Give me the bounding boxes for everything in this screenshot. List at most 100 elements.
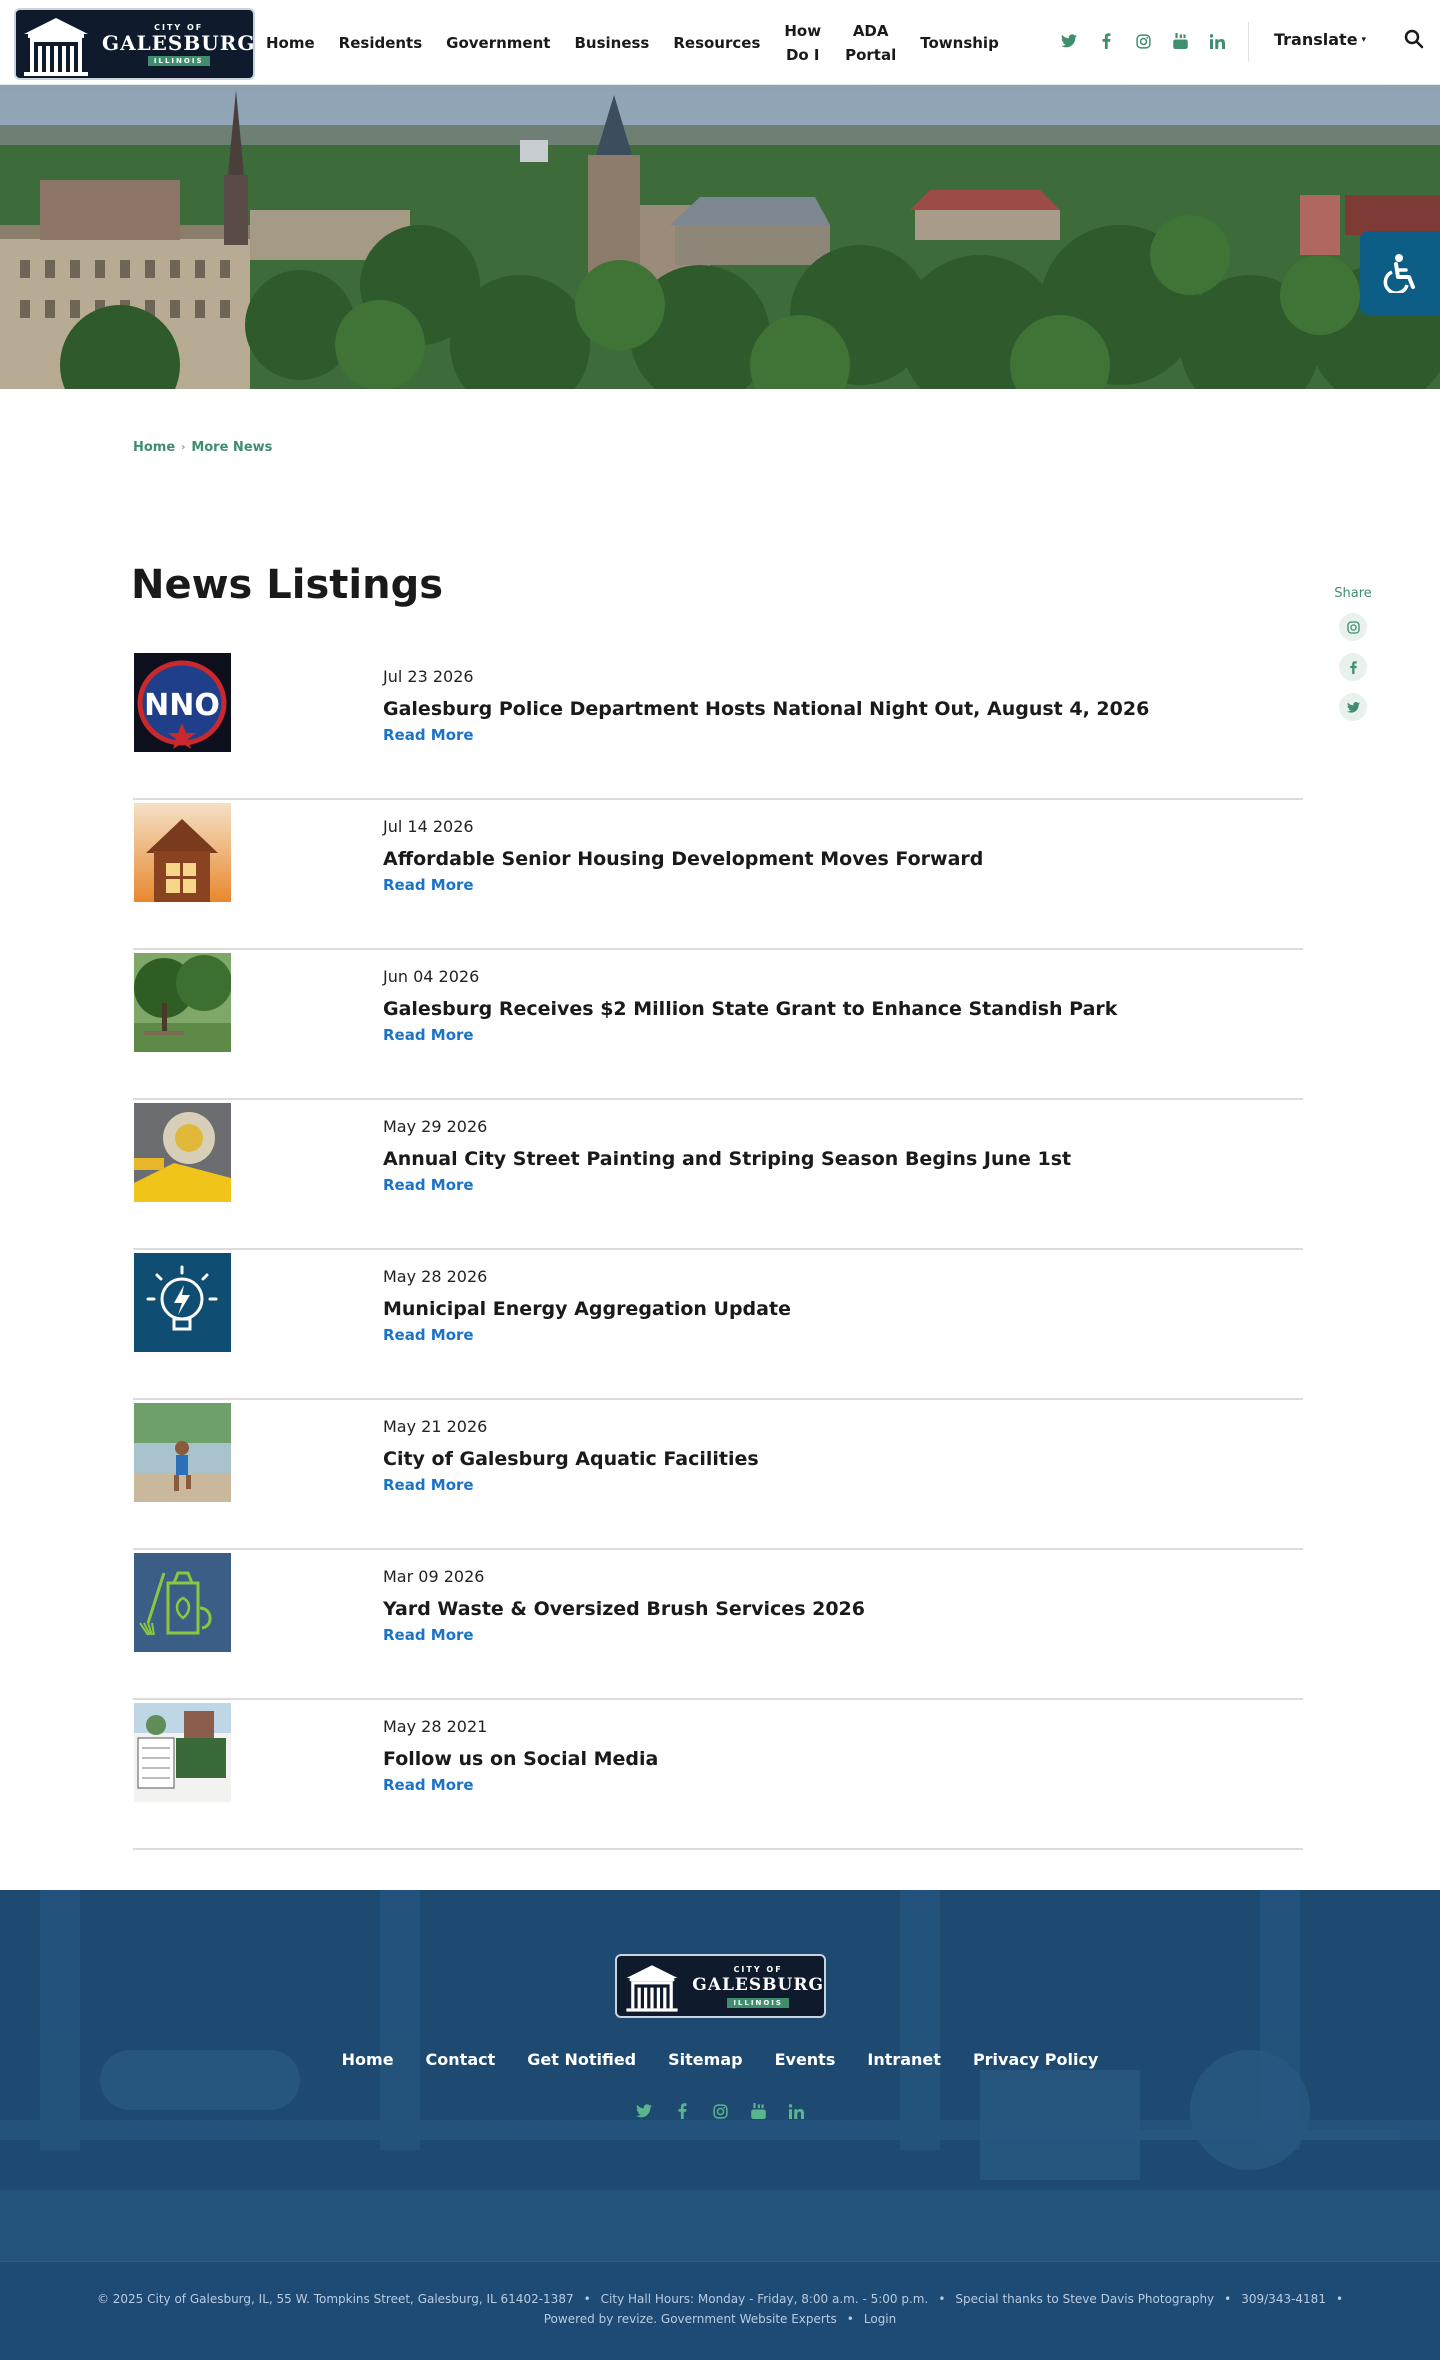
- nav-ada-portal[interactable]: ADA Portal: [833, 19, 908, 67]
- news-thumbnail-paint[interactable]: [134, 1103, 231, 1202]
- news-thumbnail-nno[interactable]: NNO: [134, 653, 231, 752]
- news-title[interactable]: Affordable Senior Housing Development Mo…: [383, 848, 983, 870]
- wheelchair-icon: [1383, 254, 1415, 293]
- photography-credit-link[interactable]: Special thanks to Steve Davis Photograph…: [955, 2292, 1214, 2306]
- read-more-link[interactable]: Read More: [383, 1476, 474, 1494]
- twitter-icon[interactable]: [1058, 30, 1080, 52]
- nav-how-do-i[interactable]: How Do I: [772, 19, 833, 67]
- city-hall-logo-icon: [16, 10, 96, 78]
- news-item: May 29 2026 Annual City Street Painting …: [133, 1100, 1303, 1250]
- news-thumbnail-park[interactable]: [134, 953, 231, 1052]
- read-more-link[interactable]: Read More: [383, 1326, 474, 1344]
- header-social-links: [1058, 30, 1228, 52]
- news-thumbnail-yard-waste[interactable]: [134, 1553, 231, 1652]
- footer-link-events[interactable]: Events: [775, 2050, 836, 2069]
- nav-business[interactable]: Business: [562, 31, 661, 55]
- nav-residents[interactable]: Residents: [327, 31, 434, 55]
- news-date: Jun 04 2026: [383, 967, 480, 986]
- news-title[interactable]: Galesburg Police Department Hosts Nation…: [383, 698, 1149, 720]
- news-date: Jul 23 2026: [383, 667, 474, 686]
- footer-logo-state: ILLINOIS: [727, 1997, 789, 2008]
- breadcrumb-home[interactable]: Home: [133, 440, 175, 455]
- translate-dropdown[interactable]: Translate ▾: [1274, 30, 1366, 49]
- news-date: May 28 2026: [383, 1267, 488, 1286]
- nav-government[interactable]: Government: [434, 31, 562, 55]
- news-date: Mar 09 2026: [383, 1567, 485, 1586]
- footer-link-privacy-policy[interactable]: Privacy Policy: [973, 2050, 1098, 2069]
- news-item: May 28 2021 Follow us on Social Media Re…: [133, 1700, 1303, 1850]
- news-title[interactable]: Galesburg Receives $2 Million State Gran…: [383, 998, 1117, 1020]
- footer-instagram-icon[interactable]: [709, 2100, 731, 2122]
- read-more-link[interactable]: Read More: [383, 1176, 474, 1194]
- share-instagram-icon[interactable]: [1339, 613, 1367, 641]
- footer-twitter-icon[interactable]: [633, 2100, 655, 2122]
- phone-link[interactable]: 309/343-4181: [1241, 2292, 1326, 2306]
- powered-line: Powered by revize. Government Website Ex…: [544, 2312, 897, 2326]
- login-link[interactable]: Login: [864, 2312, 896, 2326]
- footer-link-home[interactable]: Home: [342, 2050, 394, 2069]
- city-skyline-image: [0, 85, 1440, 389]
- powered-by-link[interactable]: Powered by revize. Government Website Ex…: [544, 2312, 837, 2326]
- facebook-icon[interactable]: [1095, 30, 1117, 52]
- footer-linkedin-icon[interactable]: [785, 2100, 807, 2122]
- read-more-link[interactable]: Read More: [383, 726, 474, 744]
- read-more-link[interactable]: Read More: [383, 1026, 474, 1044]
- chevron-right-icon: ›: [181, 442, 186, 453]
- footer-city-logo[interactable]: CITY OF GALESBURG ILLINOIS: [615, 1954, 826, 2018]
- news-title[interactable]: Annual City Street Painting and Striping…: [383, 1148, 1071, 1170]
- news-date: May 29 2026: [383, 1117, 488, 1136]
- footer-link-intranet[interactable]: Intranet: [867, 2050, 941, 2069]
- page-title: News Listings: [131, 562, 444, 608]
- accessibility-button[interactable]: [1360, 231, 1440, 315]
- share-panel: Share: [1328, 586, 1378, 721]
- read-more-link[interactable]: Read More: [383, 1776, 474, 1794]
- news-thumbnail-aquatic[interactable]: [134, 1403, 231, 1502]
- separator-dot: •: [846, 2312, 854, 2326]
- breadcrumb-current[interactable]: More News: [191, 440, 272, 455]
- footer-link-contact[interactable]: Contact: [426, 2050, 496, 2069]
- nav-home[interactable]: Home: [254, 31, 327, 55]
- footer-youtube-icon[interactable]: [747, 2100, 769, 2122]
- news-thumbnail-social[interactable]: [134, 1703, 231, 1802]
- footer-logo-city-of: CITY OF: [733, 1964, 783, 1974]
- read-more-link[interactable]: Read More: [383, 876, 474, 894]
- city-logo[interactable]: CITY OF GALESBURG ILLINOIS: [14, 8, 255, 80]
- footer-link-get-notified[interactable]: Get Notified: [527, 2050, 636, 2069]
- instagram-icon[interactable]: [1132, 30, 1154, 52]
- news-title[interactable]: Follow us on Social Media: [383, 1748, 658, 1770]
- news-item: Jun 04 2026 Galesburg Receives $2 Millio…: [133, 950, 1303, 1100]
- site-footer: CITY OF GALESBURG ILLINOIS Home Contact …: [0, 1890, 1440, 2360]
- nav-township[interactable]: Township: [908, 31, 1011, 55]
- share-facebook-icon[interactable]: [1339, 653, 1367, 681]
- news-title[interactable]: Yard Waste & Oversized Brush Services 20…: [383, 1598, 865, 1620]
- separator-dot: •: [938, 2292, 946, 2306]
- hero-banner: [0, 85, 1440, 389]
- linkedin-icon[interactable]: [1206, 30, 1228, 52]
- breadcrumb: Home › More News: [133, 440, 272, 455]
- svg-text:NNO: NNO: [144, 688, 220, 723]
- news-date: May 21 2026: [383, 1417, 488, 1436]
- share-twitter-icon[interactable]: [1339, 693, 1367, 721]
- logo-city-name: GALESBURG: [102, 30, 255, 55]
- news-title[interactable]: Municipal Energy Aggregation Update: [383, 1298, 791, 1320]
- copyright-bar: © 2025 City of Galesburg, IL, 55 W. Tomp…: [0, 2261, 1440, 2360]
- footer-link-sitemap[interactable]: Sitemap: [668, 2050, 742, 2069]
- news-title[interactable]: City of Galesburg Aquatic Facilities: [383, 1448, 759, 1470]
- youtube-icon[interactable]: [1169, 30, 1191, 52]
- separator-dot: •: [1224, 2292, 1232, 2306]
- footer-nav: Home Contact Get Notified Sitemap Events…: [0, 2050, 1440, 2069]
- separator-dot: •: [583, 2292, 591, 2306]
- news-item: Jul 14 2026 Affordable Senior Housing De…: [133, 800, 1303, 950]
- news-item: NNO Jul 23 2026 Galesburg Police Departm…: [133, 650, 1303, 800]
- footer-facebook-icon[interactable]: [671, 2100, 693, 2122]
- logo-state: ILLINOIS: [147, 55, 210, 66]
- nav-resources[interactable]: Resources: [661, 31, 772, 55]
- news-item: May 21 2026 City of Galesburg Aquatic Fa…: [133, 1400, 1303, 1550]
- news-date: Jul 14 2026: [383, 817, 474, 836]
- search-button[interactable]: [1404, 29, 1428, 53]
- read-more-link[interactable]: Read More: [383, 1626, 474, 1644]
- separator-dot: •: [1335, 2292, 1344, 2306]
- news-thumbnail-energy[interactable]: [134, 1253, 231, 1352]
- footer-city-hall-logo-icon: [617, 1956, 686, 2016]
- news-thumbnail-house[interactable]: [134, 803, 231, 902]
